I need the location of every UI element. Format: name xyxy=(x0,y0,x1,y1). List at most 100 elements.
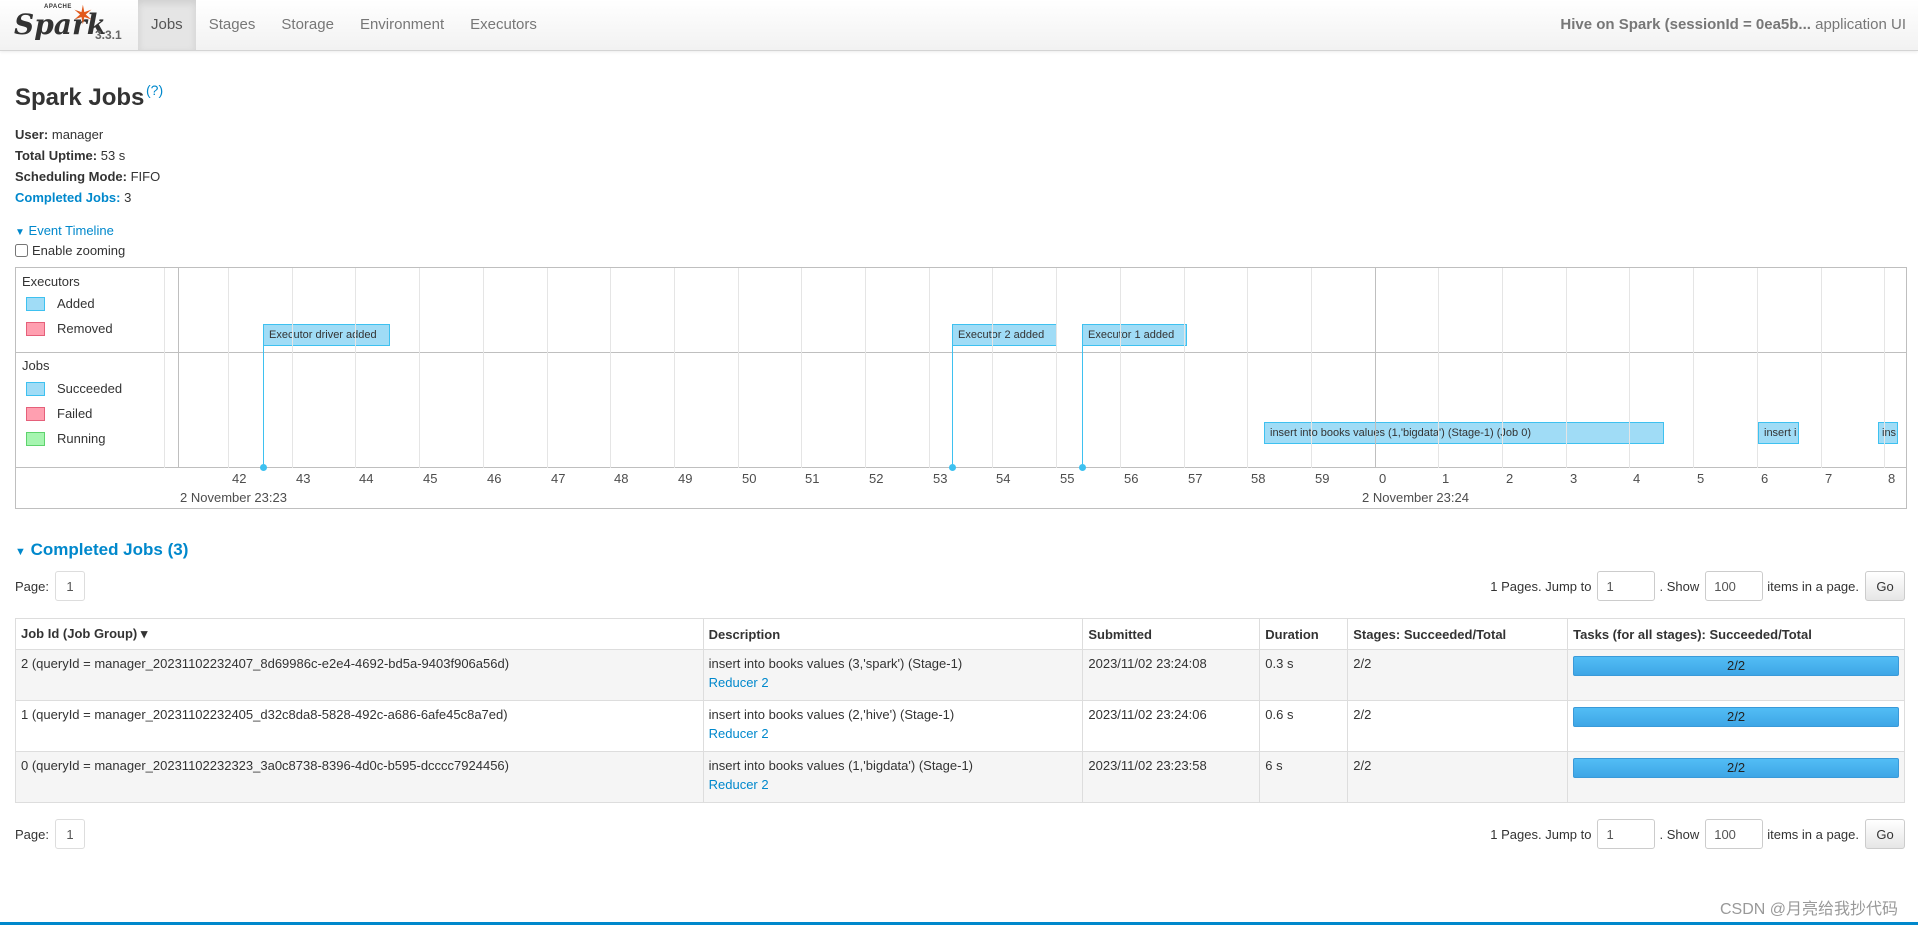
timeline-grid-line xyxy=(1884,268,1885,468)
summary-uptime: Total Uptime: 53 s xyxy=(15,145,160,166)
timeline-tick-label: 46 xyxy=(487,471,502,486)
col-job-id[interactable]: Job Id (Job Group) ▾ xyxy=(15,618,704,650)
zoom-control: Enable zooming xyxy=(15,243,125,258)
duration-cell: 0.6 s xyxy=(1259,700,1349,752)
job-detail-link[interactable]: Reducer 2 xyxy=(709,675,1078,690)
event-timeline[interactable]: Executors Added Removed Jobs Succeeded F… xyxy=(15,267,1907,509)
col-submitted[interactable]: Submitted xyxy=(1082,618,1261,650)
tab-environment[interactable]: Environment xyxy=(347,0,457,50)
jobs-label: Jobs xyxy=(22,358,50,373)
show-text: . Show xyxy=(1659,826,1700,842)
timeline-tick-label: 48 xyxy=(614,471,629,486)
timeline-tick-label: 43 xyxy=(296,471,311,486)
spark-star-icon: ✶ xyxy=(72,0,94,30)
timeline-grid-line xyxy=(1566,268,1567,468)
go-button[interactable]: Go xyxy=(1865,819,1905,849)
timeline-tick-label: 42 xyxy=(232,471,247,486)
tab-executors[interactable]: Executors xyxy=(457,0,550,50)
table-row: 0 (queryId = manager_20231102232323_3a0c… xyxy=(15,751,1905,803)
legend-label: Added xyxy=(57,296,95,311)
table-header-row: Job Id (Job Group) ▾ Description Submitt… xyxy=(15,618,1905,650)
timeline-grid-line xyxy=(738,268,739,468)
timeline-tick-label: 3 xyxy=(1570,471,1578,486)
uptime-label: Total Uptime: xyxy=(15,148,98,163)
tasks-progress-bar: 2/2 xyxy=(1573,758,1899,778)
event-dot xyxy=(260,464,267,471)
pager-top-right: 1 Pages. Jump to . Show items in a page.… xyxy=(1490,571,1905,601)
col-description[interactable]: Description xyxy=(702,618,1084,650)
event-connector xyxy=(952,346,953,468)
summary-mode: Scheduling Mode: FIFO xyxy=(15,166,160,187)
job-1-bar[interactable]: insert i xyxy=(1758,422,1799,444)
timeline-tick-label: 44 xyxy=(359,471,374,486)
description-text: insert into books values (1,'bigdata') (… xyxy=(708,758,974,773)
timeline-grid-line xyxy=(1502,268,1503,468)
col-duration[interactable]: Duration xyxy=(1259,618,1349,650)
event-timeline-toggle[interactable]: ▼ Event Timeline xyxy=(15,223,114,238)
timeline-grid-line xyxy=(865,268,866,468)
timeline-tick-label: 52 xyxy=(869,471,884,486)
mode-value: FIFO xyxy=(130,169,161,184)
job-detail-link[interactable]: Reducer 2 xyxy=(709,726,1078,741)
version-label: 3.3.1 xyxy=(95,28,122,42)
event-timeline-label: Event Timeline xyxy=(28,223,114,238)
completed-jobs-link[interactable]: Completed Jobs: xyxy=(15,190,120,205)
job-detail-link[interactable]: Reducer 2 xyxy=(709,777,1078,792)
navbar: APACHE Spark ✶ 3.3.1 Jobs Stages Storage… xyxy=(0,0,1918,51)
app-name-suffix: application UI xyxy=(1810,16,1906,33)
pages-text: 1 Pages. Jump to xyxy=(1490,826,1592,842)
tasks-progress-bar: 2/2 xyxy=(1573,707,1899,727)
legend-removed: Removed xyxy=(26,321,113,336)
timeline-grid-line xyxy=(1821,268,1822,468)
table-row: 2 (queryId = manager_20231102232407_8d69… xyxy=(15,649,1905,701)
summary-list: User: manager Total Uptime: 53 s Schedul… xyxy=(15,124,160,208)
timeline-tick-label: 5 xyxy=(1697,471,1705,486)
page-label: Page: xyxy=(15,826,49,842)
page-size-input[interactable] xyxy=(1705,571,1764,601)
timeline-tick-label: 58 xyxy=(1251,471,1266,486)
page-1-button[interactable]: 1 xyxy=(54,571,85,601)
timeline-grid-line xyxy=(610,268,611,468)
event-connector xyxy=(263,346,264,468)
jump-to-page-input[interactable] xyxy=(1597,819,1656,849)
col-tasks[interactable]: Tasks (for all stages): Succeeded/Total xyxy=(1567,618,1905,650)
timeline-grid-line xyxy=(164,268,165,468)
job-0-bar[interactable]: insert into books values (1,'bigdata') (… xyxy=(1264,422,1664,444)
nav-tabs: Jobs Stages Storage Environment Executor… xyxy=(138,0,550,50)
page-title: Spark Jobs xyxy=(15,84,145,111)
page-size-input[interactable] xyxy=(1705,819,1764,849)
page-label: Page: xyxy=(15,578,49,594)
tab-storage[interactable]: Storage xyxy=(268,0,347,50)
timeline-grid-line xyxy=(674,268,675,468)
timeline-day-label: 2 November 23:23 xyxy=(180,490,287,505)
go-button[interactable]: Go xyxy=(1865,571,1905,601)
submitted-cell: 2023/11/02 23:23:58 xyxy=(1082,751,1261,803)
timeline-tick-label: 4 xyxy=(1633,471,1641,486)
timeline-grid-line xyxy=(1311,268,1312,468)
tab-jobs[interactable]: Jobs xyxy=(138,0,196,50)
timeline-tick-label: 1 xyxy=(1442,471,1450,486)
page-1-button[interactable]: 1 xyxy=(54,819,85,849)
executor-1-added-event[interactable]: Executor 1 added xyxy=(1082,324,1187,346)
help-link[interactable]: (?) xyxy=(146,82,163,98)
timeline-grid-line xyxy=(1120,268,1121,468)
enable-zooming-checkbox[interactable] xyxy=(15,244,28,257)
executor-driver-added-event[interactable]: Executor driver added xyxy=(263,324,390,346)
enable-zooming-label: Enable zooming xyxy=(32,243,126,258)
table-row: 1 (queryId = manager_20231102232405_d32c… xyxy=(15,700,1905,752)
spark-logo[interactable]: APACHE Spark ✶ 3.3.1 xyxy=(12,0,132,48)
timeline-grid-line xyxy=(1693,268,1694,468)
tab-stages[interactable]: Stages xyxy=(196,0,269,50)
executor-2-added-event[interactable]: Executor 2 added xyxy=(952,324,1057,346)
job-2-bar[interactable]: ins xyxy=(1878,422,1898,444)
timeline-grid-line xyxy=(228,268,229,468)
timeline-grid-line xyxy=(547,268,548,468)
completed-jobs-toggle[interactable]: ▼ Completed Jobs (3) xyxy=(15,540,188,560)
completed-value: 3 xyxy=(124,190,132,205)
tasks-cell: 2/2 xyxy=(1567,649,1905,701)
jump-to-page-input[interactable] xyxy=(1597,571,1656,601)
summary-completed: Completed Jobs: 3 xyxy=(15,187,160,208)
col-stages[interactable]: Stages: Succeeded/Total xyxy=(1347,618,1569,650)
description-text: insert into books values (3,'spark') (St… xyxy=(708,656,963,671)
timeline-tick-label: 8 xyxy=(1888,471,1896,486)
